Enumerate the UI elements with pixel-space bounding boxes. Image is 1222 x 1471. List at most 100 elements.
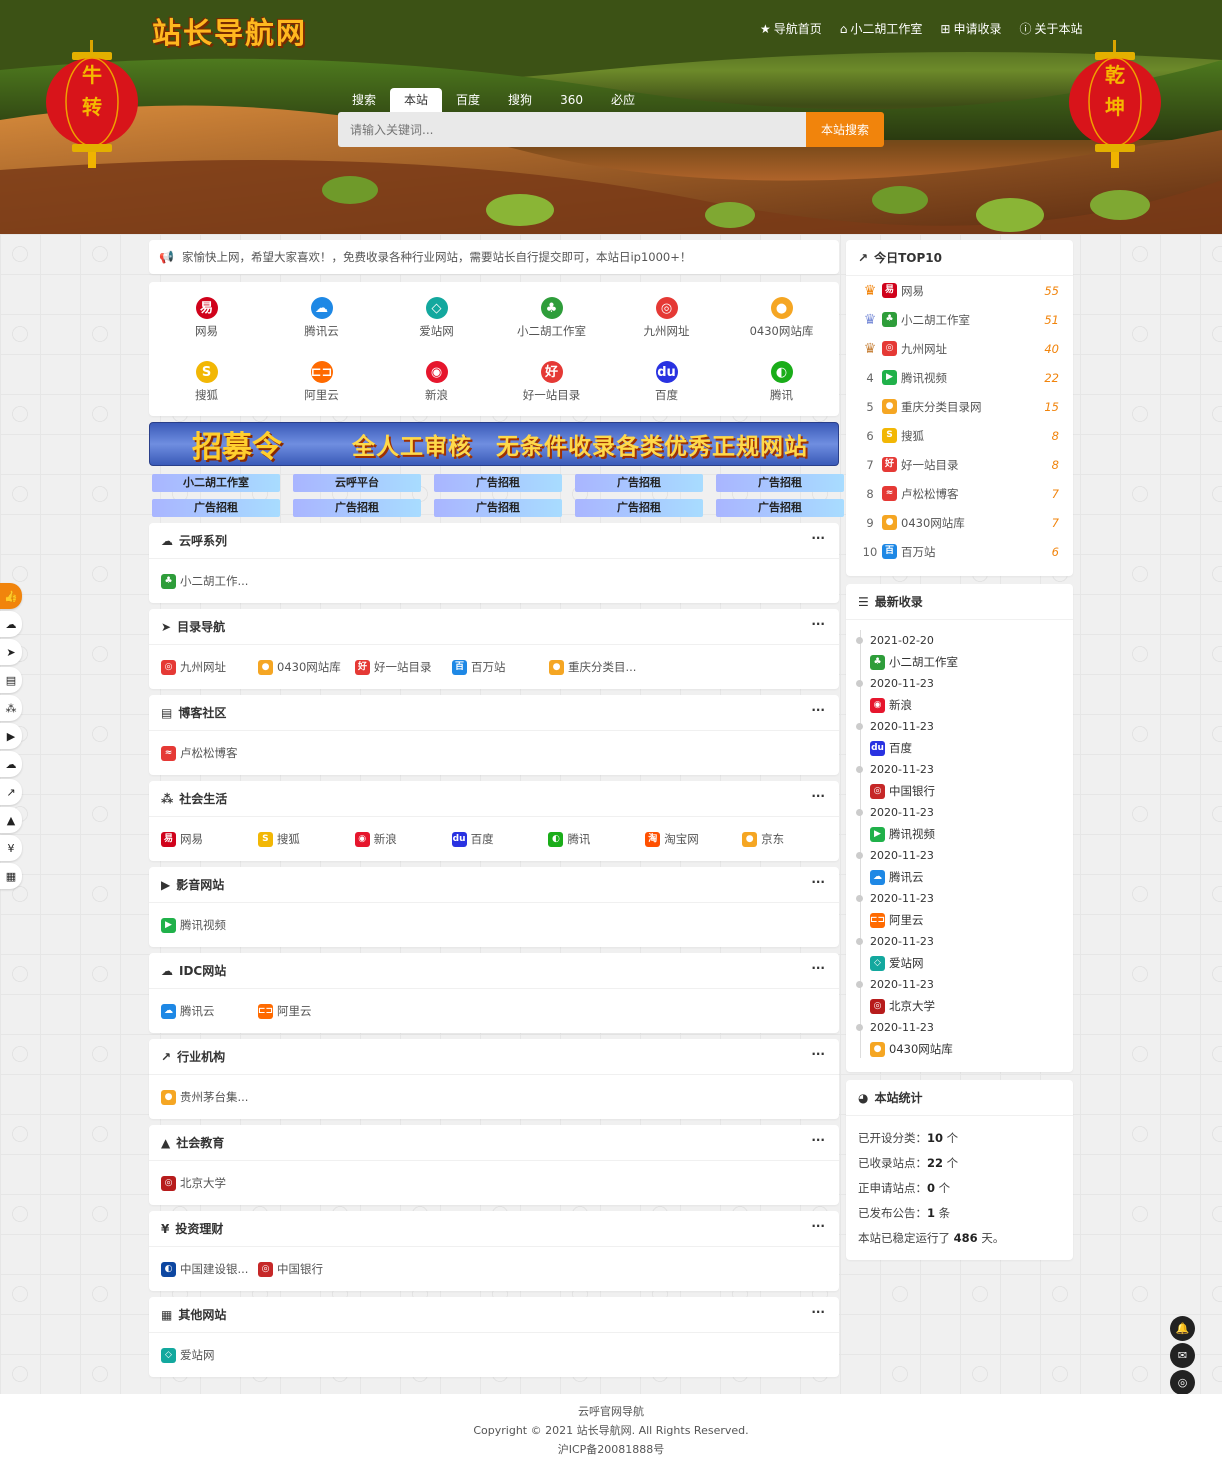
top10-row[interactable]: ♛ ◎ 九州网址 40 [846, 334, 1073, 363]
site-link[interactable]: ▶ 腾讯视频 [161, 917, 258, 933]
more-icon[interactable]: ··· [811, 531, 825, 545]
site-link[interactable]: ◉ 新浪 [354, 831, 452, 847]
left-toolbar-icon[interactable]: ▤ [0, 667, 22, 693]
entry-link[interactable]: ◎ 北京大学 [870, 996, 1073, 1018]
site-link[interactable]: 淘淘宝网 [645, 831, 742, 847]
entry-link[interactable]: ▶ 腾讯视频 [870, 824, 1073, 846]
top-nav-item-0[interactable]: ★ 导航首页 [760, 20, 822, 37]
entry-link[interactable]: ◉ 新浪 [870, 695, 1073, 717]
site-link[interactable]: ◎ 北京大学 [161, 1175, 258, 1191]
more-icon[interactable]: ··· [811, 1047, 825, 1061]
top10-row[interactable]: 10 百百万站 6 [846, 537, 1073, 566]
top10-row[interactable]: 6 S 搜狐 8 [846, 421, 1073, 450]
search-tab-3[interactable]: 搜狗 [494, 88, 546, 112]
more-icon[interactable]: ··· [811, 1305, 825, 1319]
site-link[interactable]: S 搜狐 [257, 831, 355, 847]
left-toolbar-icon[interactable]: ▦ [0, 863, 22, 889]
quick-link-item[interactable]: ◇ 爱站网 [379, 288, 494, 348]
left-toolbar-icon[interactable]: ↗ [0, 779, 22, 805]
search-tab-0[interactable]: 搜索 [338, 88, 390, 112]
ad-slot[interactable]: 广告招租 [293, 499, 421, 517]
entry-link[interactable]: ♣ 小二胡工作室 [870, 652, 1073, 674]
right-toolbar-icon[interactable]: 🔔 [1170, 1316, 1195, 1341]
ad-slot[interactable]: 广告招租 [575, 499, 703, 517]
site-link[interactable]: ● 贵州茅台集... [161, 1089, 258, 1105]
quick-link-item[interactable]: ◉ 新浪 [379, 352, 494, 412]
left-toolbar-icon[interactable]: ☁ [0, 611, 22, 637]
quick-link-item[interactable]: ◎ 九州网址 [609, 288, 724, 348]
search-tab-2[interactable]: 百度 [442, 88, 494, 112]
site-link[interactable]: ⊏⊐ 阿里云 [258, 1003, 355, 1019]
ad-slot[interactable]: 广告招租 [152, 499, 280, 517]
site-link[interactable]: 百百万站 [452, 659, 549, 675]
right-toolbar-icon[interactable]: ◎ [1170, 1370, 1195, 1395]
site-link[interactable]: ☁ 腾讯云 [161, 1003, 258, 1019]
quick-link-item[interactable]: ◐ 腾讯 [724, 352, 839, 412]
quick-link-item[interactable]: ☁ 腾讯云 [264, 288, 379, 348]
site-link[interactable]: ◎ 中国银行 [258, 1261, 355, 1277]
search-button[interactable]: 本站搜索 [806, 112, 884, 147]
ad-slot[interactable]: 广告招租 [575, 474, 703, 492]
more-icon[interactable]: ··· [811, 1219, 825, 1233]
left-toolbar-icon[interactable]: 👍 [0, 583, 22, 609]
more-icon[interactable]: ··· [811, 961, 825, 975]
entry-link[interactable]: ◎ 中国银行 [870, 781, 1073, 803]
site-link[interactable]: 好好一站目录 [355, 659, 452, 675]
top10-row[interactable]: 8 ≈ 卢松松博客 7 [846, 479, 1073, 508]
top10-row[interactable]: ♛ ♣ 小二胡工作室 51 [846, 305, 1073, 334]
site-link[interactable]: ◐ 腾讯 [548, 831, 645, 847]
left-toolbar-icon[interactable]: ▶ [0, 723, 22, 749]
search-tab-1[interactable]: 本站 [390, 88, 443, 112]
left-toolbar-icon[interactable]: ⁂ [0, 695, 22, 721]
left-toolbar-icon[interactable]: ☁ [0, 751, 22, 777]
site-link[interactable]: ● 0430网站库 [258, 659, 355, 675]
more-icon[interactable]: ··· [811, 875, 825, 889]
icp-number[interactable]: 沪ICP备20081888号 [0, 1440, 1222, 1459]
recruit-banner[interactable]: 招募令 全人工审核 无条件收录各类优秀正规网站 [149, 422, 839, 466]
left-toolbar-icon[interactable]: ▲ [0, 807, 22, 833]
site-link[interactable]: ● 京东 [742, 831, 839, 847]
quick-link-item[interactable]: S 搜狐 [149, 352, 264, 412]
top-nav-item-2[interactable]: ⊞ 申请收录 [940, 20, 1001, 37]
entry-link[interactable]: ⊏⊐ 阿里云 [870, 910, 1073, 932]
search-tab-4[interactable]: 360 [546, 88, 597, 112]
site-link[interactable]: ≈ 卢松松博客 [161, 745, 258, 761]
quick-link-item[interactable]: ⊏⊐ 阿里云 [264, 352, 379, 412]
quick-link-item[interactable]: ♣ 小二胡工作室 [494, 288, 609, 348]
site-link[interactable]: ● 重庆分类目... [549, 659, 646, 675]
quick-link-item[interactable]: 易网易 [149, 288, 264, 348]
top10-row[interactable]: 9 ● 0430网站库 7 [846, 508, 1073, 537]
ad-slot[interactable]: 广告招租 [716, 474, 844, 492]
quick-link-item[interactable]: ● 0430网站库 [724, 288, 839, 348]
ad-slot[interactable]: 小二胡工作室 [152, 474, 280, 492]
search-tab-5[interactable]: 必应 [597, 88, 649, 112]
right-toolbar-icon[interactable]: ✉ [1170, 1343, 1195, 1368]
more-icon[interactable]: ··· [811, 703, 825, 717]
entry-link[interactable]: ☁ 腾讯云 [870, 867, 1073, 889]
entry-link[interactable]: ● 0430网站库 [870, 1039, 1073, 1061]
top10-row[interactable]: ♛ 易网易 55 [846, 276, 1073, 305]
top10-row[interactable]: 7 好好一站目录 8 [846, 450, 1073, 479]
site-link[interactable]: 易网易 [161, 831, 258, 847]
ad-slot[interactable]: 广告招租 [434, 474, 562, 492]
entry-link[interactable]: ◇ 爱站网 [870, 953, 1073, 975]
more-icon[interactable]: ··· [811, 1133, 825, 1147]
left-toolbar-icon[interactable]: ¥ [0, 835, 22, 861]
search-input[interactable] [338, 112, 806, 147]
more-icon[interactable]: ··· [811, 789, 825, 803]
site-logo[interactable]: 站长导航网 [152, 10, 307, 52]
quick-link-item[interactable]: du 百度 [609, 352, 724, 412]
left-toolbar-icon[interactable]: ➤ [0, 639, 22, 665]
top10-row[interactable]: 4 ▶ 腾讯视频 22 [846, 363, 1073, 392]
site-link[interactable]: ◐ 中国建设银... [161, 1261, 258, 1277]
top-nav-item-3[interactable]: ⓘ 关于本站 [1020, 20, 1083, 37]
site-link[interactable]: ◎ 九州网址 [161, 659, 258, 675]
ad-slot[interactable]: 广告招租 [434, 499, 562, 517]
ad-slot[interactable]: 云呼平台 [293, 474, 421, 492]
ad-slot[interactable]: 广告招租 [716, 499, 844, 517]
quick-link-item[interactable]: 好好一站目录 [494, 352, 609, 412]
more-icon[interactable]: ··· [811, 617, 825, 631]
top10-row[interactable]: 5 ● 重庆分类目录网 15 [846, 392, 1073, 421]
site-link[interactable]: ♣ 小二胡工作... [161, 573, 258, 589]
site-link[interactable]: du 百度 [451, 831, 549, 847]
